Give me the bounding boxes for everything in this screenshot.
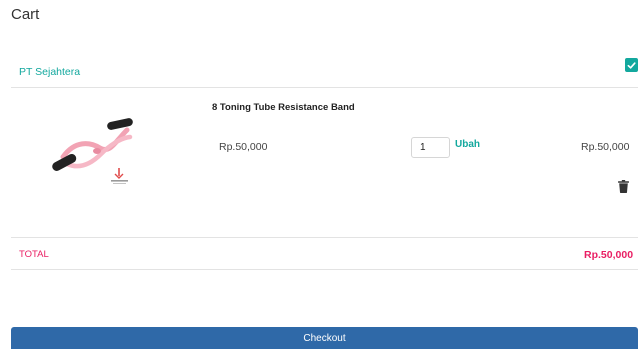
resistance-band-image [52, 118, 133, 184]
quantity-input[interactable] [411, 137, 450, 158]
divider [11, 87, 638, 88]
update-quantity-link[interactable]: Ubah [455, 139, 480, 150]
total-label: TOTAL [19, 249, 49, 260]
line-total: Rp.50,000 [581, 141, 630, 153]
divider [11, 237, 638, 238]
divider [11, 269, 638, 270]
product-image [45, 112, 155, 197]
trash-icon [618, 180, 629, 193]
check-icon [627, 61, 636, 69]
product-name[interactable]: 8 Toning Tube Resistance Band [212, 102, 355, 113]
page-title: Cart [11, 6, 40, 23]
checkout-button[interactable]: Checkout [11, 327, 638, 349]
seller-name: PT Sejahtera [19, 66, 81, 78]
total-value: Rp.50,000 [584, 249, 634, 261]
seller-select-checkbox[interactable] [625, 58, 638, 72]
delete-item-button[interactable] [618, 180, 629, 198]
unit-price: Rp.50,000 [219, 141, 268, 153]
